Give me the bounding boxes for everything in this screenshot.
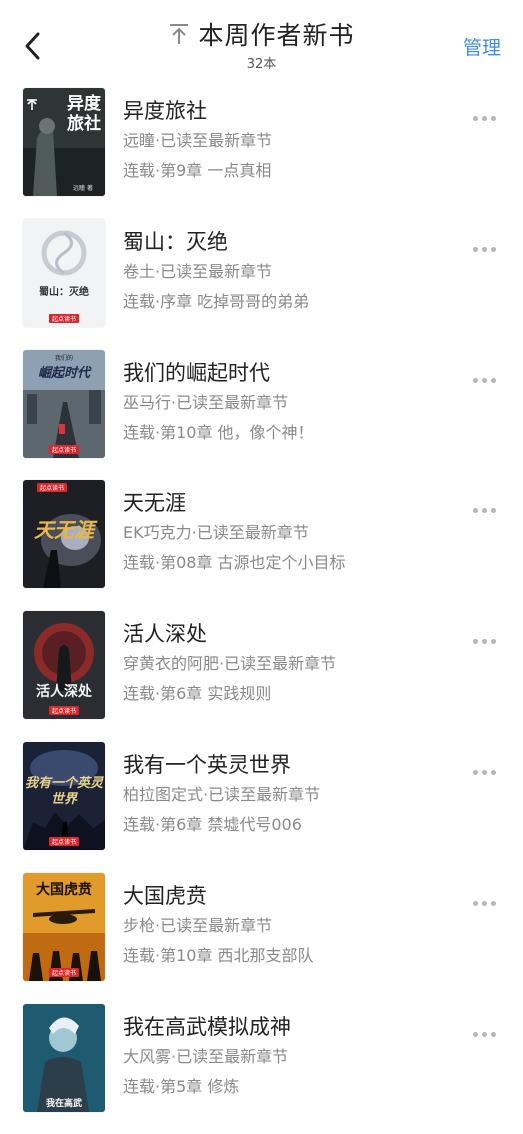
book-latest-chapter: 连载·第5章 修炼 — [123, 1076, 240, 1096]
cover-title: 崛起时代 — [37, 365, 90, 381]
pin-top-icon — [170, 24, 189, 44]
book-author-status: 柏拉图定式·已读至最新章节 — [123, 784, 321, 804]
book-cover[interactable]: 蜀山：灭绝 起点读书 — [23, 218, 105, 327]
book-count: 32本 — [246, 57, 277, 72]
book-title[interactable]: 活人深处 — [123, 619, 336, 649]
book-info: 大国虎贲 步枪·已读至最新章节 连载·第10章 西北那支部队 — [123, 881, 314, 971]
book-item[interactable]: 我们的 崛起时代 起点读书 我们的崛起时代 巫马行·已读至最新章节 连载·第10… — [0, 349, 523, 481]
title-block: 本周作者新书 32本 — [0, 16, 523, 72]
book-info: 天无涯 EK巧克力·已读至最新章节 连载·第08章 古源也定个小目标 — [123, 488, 346, 578]
book-latest-chapter: 连载·第08章 古源也定个小目标 — [123, 553, 346, 573]
more-dots-icon[interactable] — [473, 760, 501, 775]
book-item[interactable]: 异度旅社 远瞳 著 异度旅社 远瞳·已读至最新章节 连载·第9章 一点真相 — [0, 88, 523, 219]
book-title[interactable]: 我有一个英灵世界 — [123, 750, 320, 780]
book-title[interactable]: 大国虎贲 — [123, 881, 314, 911]
book-author-status: 穿黄衣的阿肥·已读至最新章节 — [123, 654, 337, 674]
book-list: 异度旅社 远瞳 著 异度旅社 远瞳·已读至最新章节 连载·第9章 一点真相 蜀山… — [0, 88, 523, 1134]
book-info: 我有一个英灵世界 柏拉图定式·已读至最新章节 连载·第6章 禁墟代号006 — [123, 750, 320, 840]
more-dots-icon[interactable] — [473, 1022, 501, 1037]
more-dots-icon[interactable] — [473, 106, 501, 121]
cover-publisher-badge: 起点读书 — [48, 836, 80, 846]
book-item[interactable]: 活人深处 起点读书 活人深处 穿黄衣的阿肥·已读至最新章节 连载·第6章 实践规… — [0, 611, 523, 742]
book-latest-chapter: 连载·第10章 西北那支部队 — [123, 945, 314, 965]
cover-publisher-badge: 起点读书 — [48, 967, 80, 977]
cover-art — [23, 218, 105, 327]
cover-publisher-badge: 起点读书 — [48, 706, 80, 716]
book-item[interactable]: 我在高武 我在高武模拟成神 大风雾·已读至最新章节 连载·第5章 修炼 — [0, 1003, 523, 1134]
book-item[interactable]: 我有一个英灵世界 起点读书 我有一个英灵世界 柏拉图定式·已读至最新章节 连载·… — [0, 741, 523, 873]
cover-publisher-badge: 起点读书 — [48, 444, 80, 454]
more-dots-icon[interactable] — [473, 891, 501, 906]
cover-top-text: 我们的 — [54, 354, 73, 362]
cover-publisher-badge: 起点读书 — [48, 313, 80, 323]
book-author-status: 大风雾·已读至最新章节 — [123, 1046, 289, 1066]
book-cover[interactable]: 我在高武 — [23, 1003, 105, 1112]
book-item[interactable]: 蜀山：灭绝 起点读书 蜀山：灭绝 卷土·已读至最新章节 连载·序章 吃掉哥哥的弟… — [0, 218, 523, 350]
more-dots-icon[interactable] — [473, 237, 501, 252]
book-cover[interactable]: 活人深处 起点读书 — [23, 611, 105, 720]
cover-title: 我有一个英灵世界 — [24, 775, 103, 807]
book-title[interactable]: 天无涯 — [123, 488, 346, 518]
book-info: 我在高武模拟成神 大风雾·已读至最新章节 连载·第5章 修炼 — [123, 1012, 291, 1102]
book-info: 活人深处 穿黄衣的阿肥·已读至最新章节 连载·第6章 实践规则 — [123, 619, 336, 709]
top-bar: 本周作者新书 32本 管理 — [0, 0, 523, 80]
book-cover[interactable]: 天无涯 起点读书 — [23, 480, 105, 589]
book-cover[interactable]: 大国虎贲 起点读书 — [23, 872, 105, 981]
cover-title: 蜀山：灭绝 — [39, 286, 89, 298]
book-cover[interactable]: 我有一个英灵世界 起点读书 — [23, 741, 105, 850]
book-title[interactable]: 我在高武模拟成神 — [123, 1012, 291, 1042]
book-latest-chapter: 连载·序章 吃掉哥哥的弟弟 — [123, 291, 310, 311]
book-item[interactable]: 天无涯 起点读书 天无涯 EK巧克力·已读至最新章节 连载·第08章 古源也定个… — [0, 480, 523, 611]
more-dots-icon[interactable] — [473, 368, 501, 383]
book-title[interactable]: 蜀山：灭绝 — [123, 227, 309, 257]
cover-title: 我在高武 — [45, 1098, 82, 1109]
book-info: 我们的崛起时代 巫马行·已读至最新章节 连载·第10章 他，像个神！ — [123, 358, 314, 448]
cover-title: 天无涯 — [34, 518, 94, 543]
cover-author: 远瞳 著 — [73, 185, 93, 192]
book-latest-chapter: 连载·第6章 实践规则 — [123, 684, 272, 704]
book-item[interactable]: 大国虎贲 起点读书 大国虎贲 步枪·已读至最新章节 连载·第10章 西北那支部队 — [0, 872, 523, 1004]
cover-publisher-badge: 起点读书 — [37, 483, 68, 493]
book-latest-chapter: 连载·第6章 禁墟代号006 — [123, 814, 302, 834]
cover-title: 异度旅社 — [67, 94, 101, 134]
book-author-status: 远瞳·已读至最新章节 — [123, 131, 273, 150]
cover-title: 大国虎贲 — [36, 881, 92, 898]
book-latest-chapter: 连载·第9章 一点真相 — [123, 161, 272, 180]
book-info: 异度旅社 远瞳·已读至最新章节 连载·第9章 一点真相 — [123, 96, 272, 186]
book-cover[interactable]: 我们的 崛起时代 起点读书 — [23, 349, 105, 458]
book-author-status: 步枪·已读至最新章节 — [123, 915, 273, 935]
more-dots-icon[interactable] — [473, 629, 501, 645]
book-latest-chapter: 连载·第10章 他，像个神！ — [123, 422, 314, 442]
book-info: 蜀山：灭绝 卷土·已读至最新章节 连载·序章 吃掉哥哥的弟弟 — [123, 227, 309, 317]
book-title[interactable]: 我们的崛起时代 — [123, 358, 314, 388]
cover-title: 活人深处 — [36, 684, 92, 701]
more-dots-icon[interactable] — [473, 498, 501, 514]
book-cover[interactable]: 异度旅社 远瞳 著 — [23, 88, 105, 196]
book-author-status: 卷土·已读至最新章节 — [123, 261, 273, 281]
book-author-status: EK巧克力·已读至最新章节 — [123, 523, 309, 543]
book-author-status: 巫马行·已读至最新章节 — [123, 392, 289, 412]
cover-art — [23, 611, 105, 720]
manage-button[interactable]: 管理 — [463, 33, 501, 60]
book-title[interactable]: 异度旅社 — [123, 96, 272, 126]
page-title: 本周作者新书 — [198, 21, 355, 50]
